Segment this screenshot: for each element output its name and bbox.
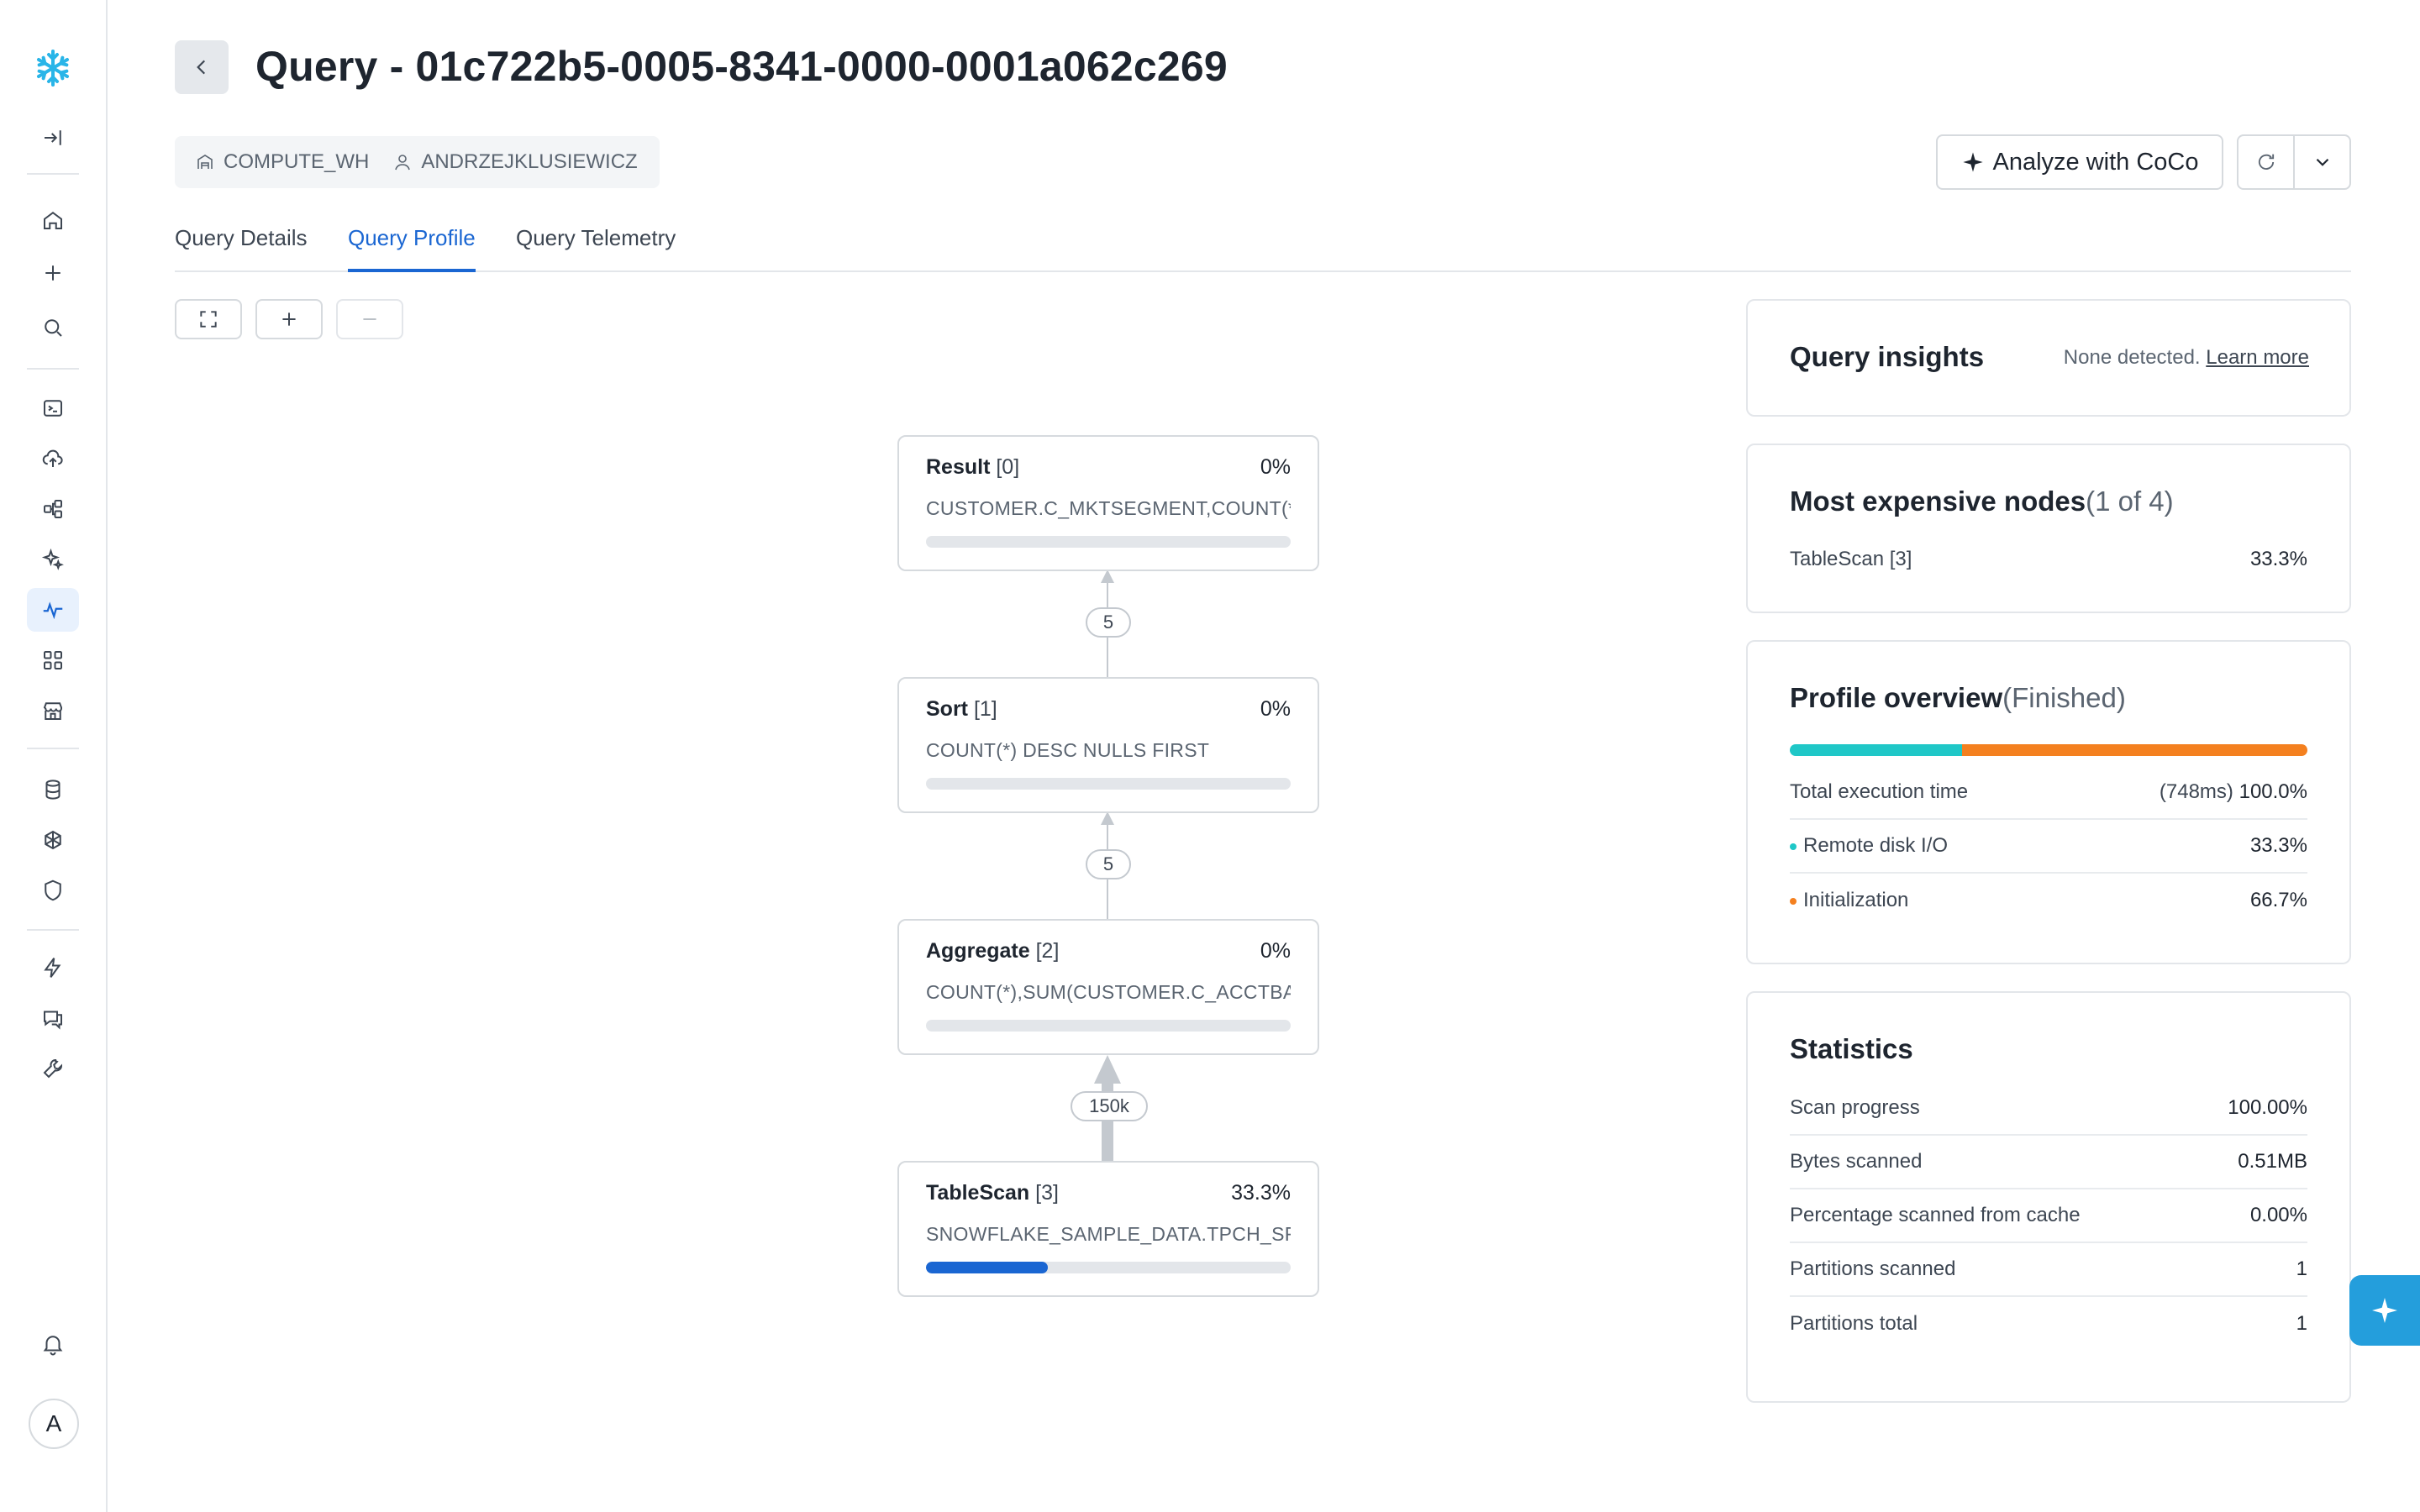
node-cost-bar xyxy=(926,1020,1291,1032)
node-percentage: 33.3% xyxy=(1231,1181,1291,1205)
node-description: SNOWFLAKE_SAMPLE_DATA.TPCH_SF1... xyxy=(926,1223,1291,1245)
stat-row: Percentage scanned from cache 0.00% xyxy=(1790,1189,2307,1243)
profile-overview-card: Profile overview(Finished) Total executi… xyxy=(1746,640,2351,964)
node-description: COUNT(*) DESC NULLS FIRST xyxy=(926,739,1210,761)
card-title: Profile overview(Finished) xyxy=(1790,682,2126,713)
node-description: COUNT(*),SUM(CUSTOMER.C_ACCTBA... xyxy=(926,981,1291,1003)
execution-breakdown-bar xyxy=(1790,744,2307,756)
statistics-card: Statistics Scan progress 100.00% Bytes sc… xyxy=(1746,991,2351,1403)
node-id: [1] xyxy=(973,697,997,721)
node-percentage: 0% xyxy=(1260,939,1291,963)
edge-row-count[interactable]: 5 xyxy=(1086,607,1131,638)
initialization-row[interactable]: Initialization 66.7% xyxy=(1790,874,2307,927)
edge-row-count[interactable]: 5 xyxy=(1086,849,1131,879)
node-cost-bar xyxy=(926,778,1291,790)
node-id: [3] xyxy=(1035,1181,1059,1205)
most-expensive-nodes-card: Most expensive nodes(1 of 4) TableScan [… xyxy=(1746,444,2351,613)
node-name: TableScan xyxy=(926,1181,1030,1205)
assistant-fab-button[interactable] xyxy=(2349,1275,2420,1346)
stat-row: Partitions scanned 1 xyxy=(1790,1243,2307,1297)
remote-disk-io-row[interactable]: Remote disk I/O 33.3% xyxy=(1790,820,2307,874)
legend-dot xyxy=(1790,897,1797,905)
legend-dot xyxy=(1790,843,1797,850)
node-cost-bar xyxy=(926,536,1291,548)
execution-segment xyxy=(1790,744,1963,756)
node-percentage: 0% xyxy=(1260,697,1291,721)
card-title: Most expensive nodes(1 of 4) xyxy=(1790,486,2174,517)
operator-node-aggregate[interactable]: Aggregate [2] 0% COUNT(*),SUM(CUSTOMER.C… xyxy=(897,919,1319,1055)
sparkle-icon xyxy=(2372,1298,2397,1323)
card-title: Statistics xyxy=(1790,1033,1913,1064)
stat-row: Bytes scanned 0.51MB xyxy=(1790,1136,2307,1189)
node-id: [2] xyxy=(1035,939,1060,963)
node-name: Result xyxy=(926,455,991,479)
expensive-node-row[interactable]: TableScan [3] 33.3% xyxy=(1790,533,2307,586)
node-percentage: 0% xyxy=(1260,455,1291,479)
operator-node-sort[interactable]: Sort [1] 0% COUNT(*) DESC NULLS FIRST xyxy=(897,677,1319,813)
stat-row: Partitions total 1 xyxy=(1790,1312,2307,1335)
node-id: [0] xyxy=(996,455,1020,479)
query-insights-card: Query insights None detected. Learn more xyxy=(1746,299,2351,417)
edge-row-count[interactable]: 150k xyxy=(1071,1091,1148,1121)
stat-row: Scan progress 100.00% xyxy=(1790,1082,2307,1136)
execution-segment xyxy=(1962,744,2307,756)
node-name: Sort xyxy=(926,697,968,721)
node-name: Aggregate xyxy=(926,939,1030,963)
insights-status: None detected. Learn more xyxy=(2063,346,2309,369)
operator-node-result[interactable]: Result [0] 0% CUSTOMER.C_MKTSEGMENT,COUN… xyxy=(897,435,1319,571)
node-cost-bar xyxy=(926,1262,1291,1273)
operator-node-tablescan[interactable]: TableScan [3] 33.3% SNOWFLAKE_SAMPLE_DAT… xyxy=(897,1161,1319,1297)
card-title: Query insights xyxy=(1790,341,1985,372)
total-execution-row: Total execution time (748ms) 100.0% xyxy=(1790,766,2307,820)
learn-more-link[interactable]: Learn more xyxy=(2206,346,2309,369)
node-description: CUSTOMER.C_MKTSEGMENT,COUNT(*... xyxy=(926,497,1291,519)
